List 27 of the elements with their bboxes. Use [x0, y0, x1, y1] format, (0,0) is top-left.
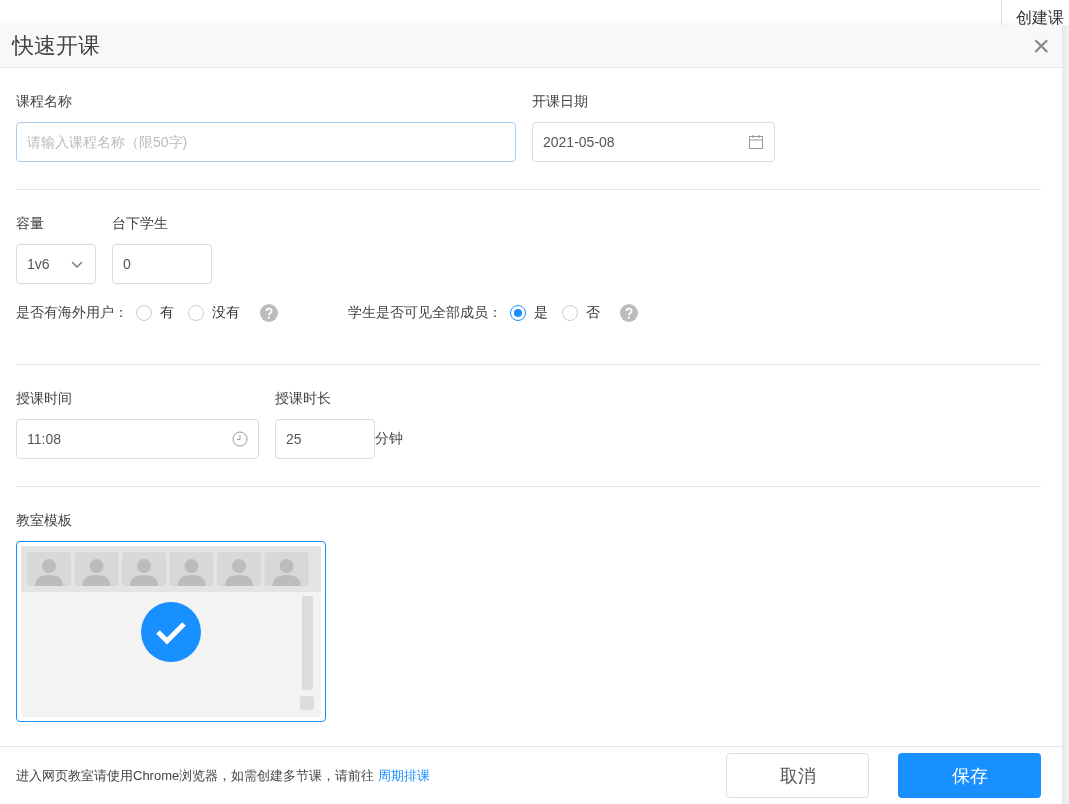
field-label: 课程名称 [16, 92, 73, 111]
capacity-select[interactable]: 1v6 [16, 244, 96, 285]
question-label: 学生是否可见全部成员： [348, 304, 502, 323]
time-field[interactable]: 11:08 [16, 419, 259, 460]
date-field[interactable]: 2021-05-08 [532, 122, 775, 163]
calendar-icon [748, 134, 764, 151]
field-label: 授课时间 [16, 389, 73, 408]
field-label: 台下学生 [112, 214, 169, 233]
radio-option[interactable]: 否 [562, 304, 600, 323]
radio-option[interactable]: 是 [510, 304, 548, 323]
course-name-field[interactable]: 请输入课程名称（限50字) [16, 122, 516, 163]
field-label: 授课时长 [275, 389, 332, 408]
field-label: 开课日期 [532, 92, 589, 111]
footer-note: 进入网页教室请使用Chrome浏览器，如需创建多节课，请前往 周期排课 [16, 766, 430, 785]
help-icon[interactable] [260, 304, 278, 323]
clock-icon [232, 431, 248, 448]
radio-option[interactable]: 没有 [188, 304, 240, 323]
dialog-title: 快速开课 [12, 32, 100, 61]
cancel-button[interactable]: 取消 [726, 753, 869, 799]
radio-option[interactable]: 有 [136, 304, 174, 323]
field-label: 容量 [16, 214, 45, 233]
unit-label: 分钟 [375, 430, 403, 449]
help-icon[interactable] [620, 304, 638, 323]
audience-field[interactable]: 0 [112, 244, 212, 285]
question-label: 是否有海外用户： [16, 304, 128, 323]
duration-field[interactable]: 25 [275, 419, 375, 460]
field-label: 教室模板 [16, 511, 73, 530]
